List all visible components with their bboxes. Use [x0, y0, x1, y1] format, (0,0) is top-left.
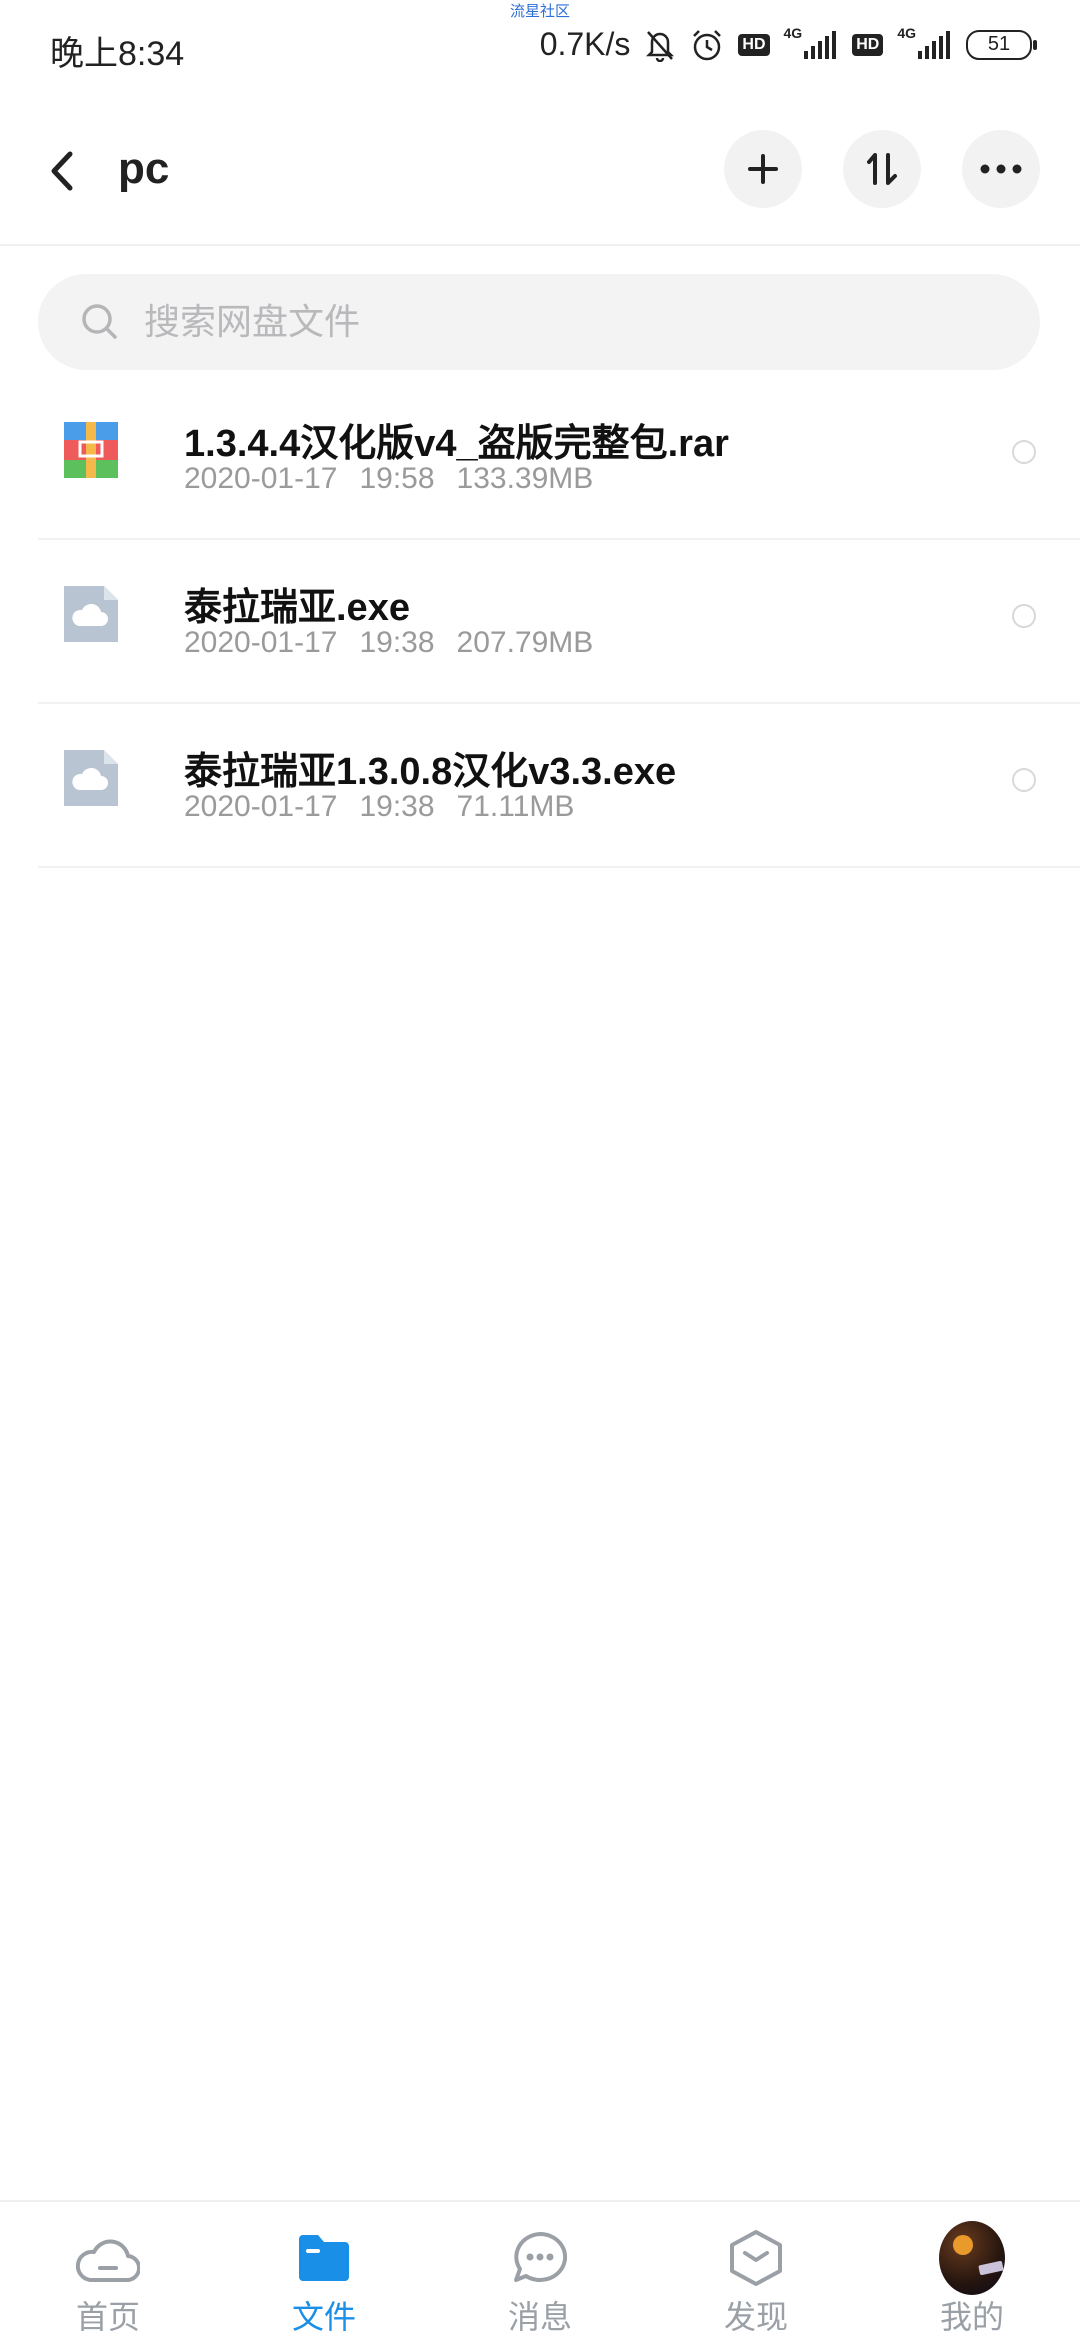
file-time: 19:58 — [359, 462, 435, 495]
cloud-icon — [75, 2228, 141, 2288]
file-name: 泰拉瑞亚.exe — [184, 587, 410, 629]
file-name: 1.3.4.4汉化版v4_盗版完整包.rar — [184, 423, 729, 465]
alarm-icon — [690, 28, 724, 62]
nav-label: 首页 — [75, 2299, 140, 2335]
chevron-left-icon — [51, 151, 73, 191]
nav-home[interactable]: 首页 — [0, 2202, 216, 2342]
file-row[interactable]: 泰拉瑞亚.exe 2020-01-17 19:38 207.79MB — [0, 540, 1080, 704]
network-type-2: 4G — [897, 24, 916, 41]
file-time: 19:38 — [359, 790, 435, 823]
nav-messages[interactable]: 消息 — [432, 2202, 648, 2342]
signal-icon-2 — [918, 30, 952, 59]
file-size: 133.39MB — [456, 462, 594, 495]
sort-button[interactable] — [843, 130, 921, 208]
nav-files[interactable]: 文件 — [216, 2202, 432, 2342]
search-bar[interactable] — [38, 274, 1040, 370]
hd-badge: HD — [738, 33, 770, 56]
network-speed: 0.7K/s — [539, 26, 631, 62]
battery-icon: 51 — [966, 29, 1037, 60]
status-time: 晚上8:34 — [50, 35, 185, 73]
top-bar: pc — [0, 96, 1080, 246]
sort-icon — [867, 153, 897, 185]
watermark-text: 流星社区 — [510, 3, 571, 20]
nav-label: 文件 — [291, 2299, 356, 2335]
file-meta: 2020-01-17 19:38 207.79MB — [184, 626, 615, 660]
search-input[interactable] — [142, 300, 946, 344]
cloud-file-icon — [64, 750, 118, 806]
select-checkbox[interactable] — [1012, 440, 1036, 464]
add-button[interactable] — [724, 130, 802, 208]
avatar — [939, 2221, 1005, 2295]
more-button[interactable] — [962, 130, 1040, 208]
file-date: 2020-01-17 — [184, 626, 338, 659]
file-row[interactable]: 1.3.4.4汉化版v4_盗版完整包.rar 2020-01-17 19:58 13… — [0, 376, 1080, 540]
archive-icon — [64, 422, 118, 478]
cloud-file-icon — [64, 586, 118, 642]
bottom-nav: 首页 文件 消息 发现 我的 — [0, 2200, 1080, 2342]
nav-label: 我的 — [939, 2299, 1004, 2335]
search-icon — [82, 304, 117, 339]
back-button[interactable] — [44, 146, 84, 196]
select-checkbox[interactable] — [1012, 768, 1036, 792]
signal-icon — [804, 30, 838, 59]
folder-icon — [291, 2228, 357, 2288]
hd-badge-2: HD — [852, 33, 884, 56]
file-size: 207.79MB — [456, 626, 594, 659]
file-name: 泰拉瑞亚1.3.0.8汉化v3.3.exe — [184, 751, 677, 793]
page-title: pc — [118, 144, 170, 193]
file-date: 2020-01-17 — [184, 790, 338, 823]
status-bar: 晚上8:34 流星社区 0.7K/s HD 4G HD 4G 51 — [0, 0, 1080, 96]
more-icon — [980, 164, 1022, 174]
network-type: 4G — [783, 24, 803, 41]
avatar-icon — [939, 2221, 1005, 2295]
file-meta: 2020-01-17 19:38 71.11MB — [184, 790, 596, 824]
nav-profile[interactable]: 我的 — [864, 2202, 1080, 2342]
file-size: 71.11MB — [456, 790, 575, 823]
file-row[interactable]: 泰拉瑞亚1.3.0.8汉化v3.3.exe 2020-01-17 19:38 71.… — [0, 704, 1080, 868]
file-date: 2020-01-17 — [184, 462, 338, 495]
divider — [38, 866, 1080, 868]
bell-muted-icon — [644, 28, 676, 62]
nav-label: 消息 — [507, 2299, 572, 2335]
plus-icon — [748, 154, 778, 184]
nav-label: 发现 — [723, 2299, 788, 2335]
discover-icon — [723, 2228, 789, 2288]
file-meta: 2020-01-17 19:58 133.39MB — [184, 462, 615, 496]
status-icons: 0.7K/s HD 4G HD 4G 51 — [539, 24, 1037, 63]
file-time: 19:38 — [359, 626, 435, 659]
select-checkbox[interactable] — [1012, 604, 1036, 628]
nav-discover[interactable]: 发现 — [648, 2202, 864, 2342]
chat-icon — [507, 2228, 573, 2288]
file-list: 1.3.4.4汉化版v4_盗版完整包.rar 2020-01-17 19:58 13… — [0, 376, 1080, 868]
